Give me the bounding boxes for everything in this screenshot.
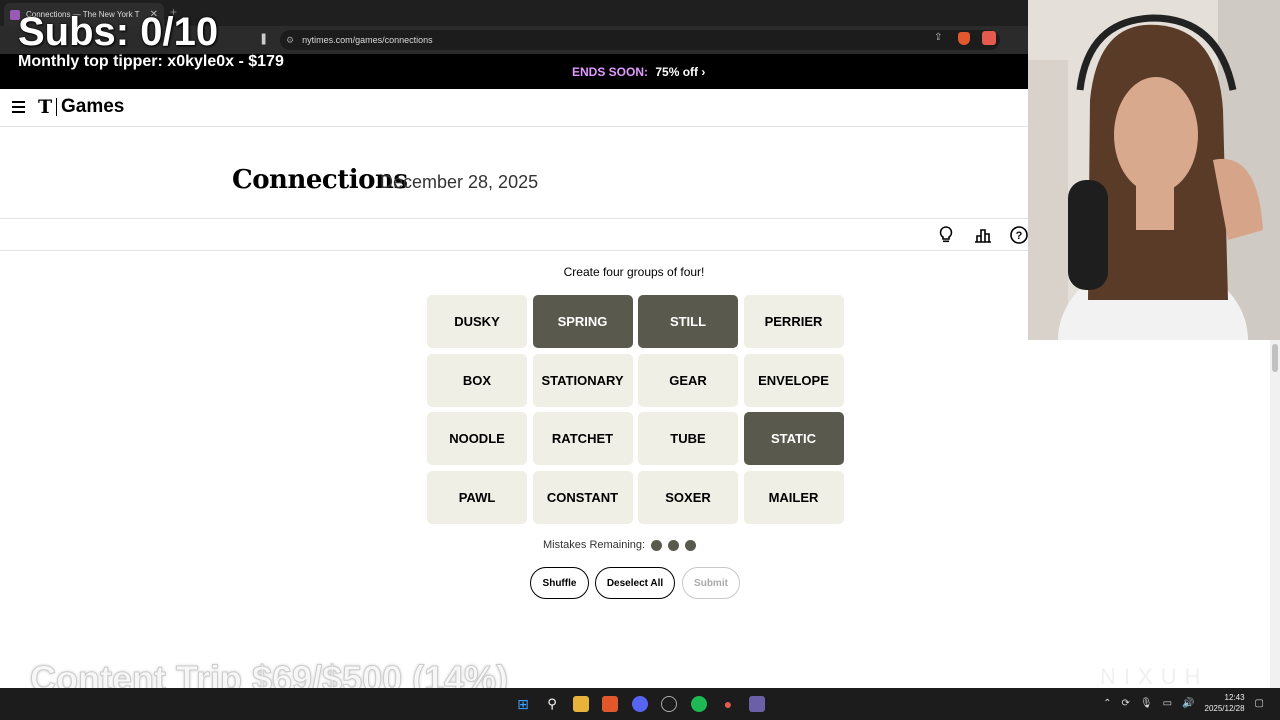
word-tile[interactable]: PAWL	[427, 471, 527, 525]
page-scrollbar[interactable]	[1270, 340, 1280, 688]
screen: Connections — The New York T ✕ + ⚙ nytim…	[0, 0, 1280, 720]
tray-chevron-icon[interactable]: ⌃	[1103, 698, 1111, 709]
mistakes-label: Mistakes Remaining:	[543, 539, 646, 551]
webcam-overlay	[1028, 0, 1280, 340]
scrollbar-thumb[interactable]	[1272, 344, 1278, 372]
search-icon[interactable]: ⚲	[544, 696, 560, 712]
mistake-dot	[651, 539, 663, 551]
hamburger-menu-icon[interactable]	[12, 101, 25, 113]
notification-icon[interactable]: ▢	[1255, 698, 1264, 709]
word-tile[interactable]: BOX	[427, 353, 527, 407]
promo-offer: 75% off ›	[655, 65, 706, 79]
word-tile[interactable]: GEAR	[638, 353, 738, 407]
chat-app-icon[interactable]	[749, 696, 765, 712]
word-tile[interactable]: STATIONARY	[532, 353, 633, 407]
games-brand[interactable]: Games	[61, 96, 124, 118]
game-date: December 28, 2025	[380, 172, 539, 192]
word-tile[interactable]: TUBE	[638, 412, 738, 466]
submit-button[interactable]: Submit	[682, 567, 740, 599]
mistake-dot	[668, 539, 680, 551]
windows-taskbar: ⊞ ⚲ ● ⌃ ⟳ 🎙 ▭ 🔊 12:43 2025/12/28 ▢	[0, 688, 1280, 720]
word-tile[interactable]: SOXER	[638, 471, 738, 525]
nyt-logo[interactable]: T	[38, 96, 52, 118]
word-tile[interactable]: MAILER	[743, 471, 844, 525]
clock-time: 12:43	[1224, 693, 1245, 702]
svg-text:?: ?	[1016, 230, 1023, 242]
share-icon[interactable]: ⇪	[934, 32, 942, 43]
mistake-dots	[651, 539, 697, 551]
file-explorer-icon[interactable]	[573, 696, 589, 712]
spotify-icon[interactable]	[691, 696, 707, 712]
logo-divider	[56, 98, 57, 116]
obs-icon[interactable]	[661, 696, 677, 712]
subs-goal-overlay: Subs: 0/10	[18, 10, 219, 54]
shuffle-button[interactable]: Shuffle	[530, 567, 589, 599]
game-prompt: Create four groups of four!	[563, 265, 705, 279]
url-field[interactable]: ⚙ nytimes.com/games/connections	[280, 30, 1000, 50]
word-tile[interactable]: CONSTANT	[532, 471, 633, 525]
brave-shield-icon[interactable]	[958, 32, 970, 45]
top-tipper-overlay: Monthly top tipper: x0kyle0x - $179	[18, 53, 284, 70]
map-pin-app-icon[interactable]: ●	[720, 696, 736, 712]
word-tile[interactable]: PERRIER	[743, 295, 844, 348]
taskbar-clock[interactable]: 12:43 2025/12/28	[1205, 692, 1245, 714]
word-tile[interactable]: ENVELOPE	[743, 353, 844, 407]
word-tile[interactable]: DUSKY	[427, 295, 527, 348]
word-tile[interactable]: STATIC	[743, 412, 844, 466]
word-tile[interactable]: STILL	[638, 295, 738, 348]
network-icon[interactable]: ▭	[1163, 698, 1172, 709]
system-tray: ⌃ ⟳ 🎙 ▭ 🔊 12:43 2025/12/28 ▢	[1103, 692, 1264, 714]
discord-icon[interactable]	[632, 696, 648, 712]
bookmark-icon[interactable]: ❚	[259, 32, 268, 45]
webcam-feed-image	[1028, 0, 1280, 340]
sync-icon[interactable]: ⟳	[1122, 698, 1130, 709]
promo-ends-label: ENDS SOON:	[572, 65, 649, 79]
help-icon[interactable]: ?	[1009, 225, 1029, 245]
url-text: nytimes.com/games/connections	[302, 35, 433, 45]
mistakes-remaining: Mistakes Remaining:	[543, 539, 697, 551]
volume-icon[interactable]: 🔊	[1182, 698, 1194, 709]
promo-text: ENDS SOON: 75% off ›	[572, 65, 705, 79]
microphone-icon[interactable]: 🎙	[1140, 698, 1153, 709]
word-tile[interactable]: SPRING	[532, 295, 633, 348]
connections-board: DUSKY SPRING STILL PERRIER BOX STATIONARY GEAR…	[427, 295, 844, 525]
brave-browser-icon[interactable]	[602, 696, 618, 712]
windows-start-icon[interactable]: ⊞	[515, 696, 531, 712]
extension-icon[interactable]	[982, 31, 996, 45]
sponsor-watermark: NIXUH	[1100, 664, 1209, 689]
clock-date: 2025/12/28	[1204, 704, 1245, 713]
deselect-all-button[interactable]: Deselect All	[595, 567, 675, 599]
word-tile[interactable]: RATCHET	[532, 412, 633, 466]
hint-lightbulb-icon[interactable]	[936, 225, 956, 245]
mistake-dot	[685, 539, 697, 551]
word-tile[interactable]: NOODLE	[427, 412, 527, 466]
site-settings-icon[interactable]: ⚙	[286, 35, 294, 46]
stats-icon[interactable]	[973, 225, 993, 245]
